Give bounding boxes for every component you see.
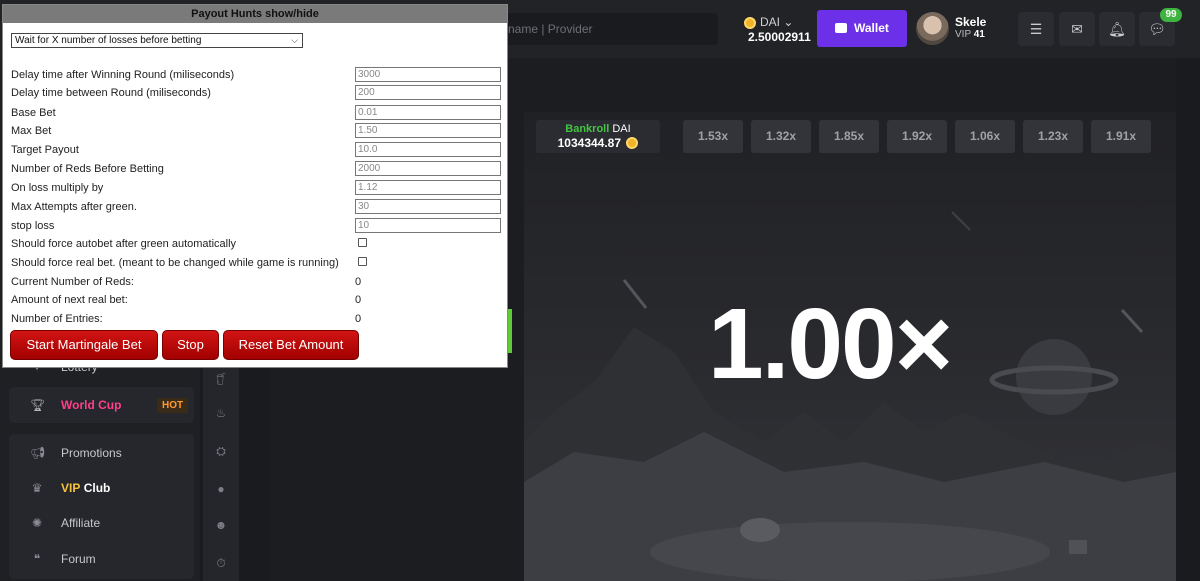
base-bet-input[interactable]: 0.01 (355, 105, 501, 120)
sidebar-item-promotions[interactable]: 📢︎ Promotions (9, 436, 194, 470)
bell-icon[interactable]: 🔔︎ (1099, 12, 1135, 46)
megaphone-icon: 📢︎ (30, 446, 46, 460)
user-vip-level: VIP 41 (955, 29, 985, 40)
check-label-force-real-bet: Should force real bet. (meant to be chan… (11, 257, 339, 269)
timer-icon[interactable]: ⏱︎ (212, 554, 230, 572)
sidebar-item-label: Promotions (61, 446, 122, 460)
field-label-max-attempts: Max Attempts after green. (11, 201, 137, 213)
crown-icon: ♛ (31, 481, 43, 495)
stat-value-next-real-bet: 0 (355, 294, 362, 306)
vip-level-number: 41 (973, 29, 985, 40)
menu-icon[interactable]: ☰ (1018, 12, 1054, 46)
force-autobet-checkbox[interactable] (358, 238, 367, 247)
check-label-force-autobet: Should force autobet after green automat… (11, 238, 237, 250)
history-chip[interactable]: 1.53x (683, 120, 743, 153)
right-edge (1176, 58, 1200, 581)
current-multiplier: 1.00× (708, 288, 953, 400)
wallet-button[interactable]: Wallet (817, 10, 907, 47)
sidebar-item-label: Affiliate (61, 516, 101, 530)
wallet-icon (835, 23, 847, 33)
field-label-base-bet: Base Bet (11, 107, 56, 119)
bankroll-display: Bankroll DAI 1034344.87 (536, 120, 660, 153)
stat-label-entries: Number of Entries: (11, 313, 103, 325)
field-label-loss-multiply: On loss multiply by (11, 182, 104, 194)
stop-loss-input[interactable]: 10 (355, 218, 501, 233)
worldcup-row: 🏆︎ World Cup HOT (9, 388, 194, 422)
dai-coin-icon (626, 137, 639, 149)
delay-round-input[interactable]: 200 (355, 85, 501, 100)
trophy-icon: 🏆︎ (30, 398, 46, 412)
history-chip[interactable]: 1.32x (751, 120, 811, 153)
chevron-down-icon: ⌄ (783, 15, 794, 29)
reds-before-input[interactable]: 2000 (355, 161, 501, 176)
field-label-delay-win: Delay time after Winning Round (miliseco… (11, 69, 235, 81)
history-chip[interactable]: 1.85x (819, 120, 879, 153)
payout-hunts-panel: Payout Hunts show/hide Wait for X number… (2, 4, 508, 368)
vip-word: VIP (61, 481, 81, 495)
sidebar-item-vip-club[interactable]: ♛ VIP Club (9, 471, 194, 505)
bowl-icon[interactable]: ♨ (212, 404, 230, 422)
green-indicator (508, 309, 512, 353)
sidebar-item-affiliate[interactable]: ✺ Affiliate (9, 506, 194, 540)
sidebar-item-label: Forum (61, 552, 96, 566)
crash-game-area: Bankroll DAI 1034344.87 1.53x 1.32x 1.85… (524, 112, 1176, 581)
max-bet-input[interactable]: 1.50 (355, 123, 501, 138)
max-attempts-input[interactable]: 30 (355, 199, 501, 214)
loss-multiply-input[interactable]: 1.12 (355, 180, 501, 195)
stat-label-next-real-bet: Amount of next real bet: (11, 294, 128, 306)
sidebar-item-forum[interactable]: ❝ Forum (9, 542, 194, 576)
robot-icon[interactable]: ☻ (212, 516, 230, 534)
user-name: Skele (955, 15, 987, 29)
bankroll-value: 1034344.87 (557, 136, 622, 150)
start-martingale-button[interactable]: Start Martingale Bet (10, 330, 158, 360)
stat-label-current-reds: Current Number of Reds: (11, 276, 134, 288)
field-label-stop-loss: stop loss (11, 220, 55, 232)
stat-value-entries: 0 (355, 313, 362, 325)
history-chip[interactable]: 1.92x (887, 120, 947, 153)
history-chip[interactable]: 1.06x (955, 120, 1015, 153)
target-payout-input[interactable]: 10.0 (355, 142, 501, 157)
wallet-label: Wallet (854, 21, 889, 35)
affiliate-icon: ✺ (31, 516, 43, 530)
force-real-bet-checkbox[interactable] (358, 257, 367, 266)
game-header-strip (524, 58, 1176, 112)
avatar[interactable] (916, 12, 949, 45)
field-label-reds-before: Number of Reds Before Betting (11, 163, 164, 175)
betting-mode-value: Wait for X number of losses before betti… (15, 35, 202, 46)
history-chip[interactable]: 1.23x (1023, 120, 1083, 153)
vip-prefix: VIP (955, 29, 971, 40)
chip-icon[interactable]: ⛭ (212, 442, 230, 460)
club-word: Club (83, 481, 111, 495)
chevron-down-icon: ⌵ (291, 35, 298, 45)
field-label-target-payout: Target Payout (11, 144, 79, 156)
dai-coin-icon (744, 16, 756, 29)
forum-icon: ❝ (33, 552, 41, 566)
balance-currency: DAI (760, 15, 781, 29)
bankroll-currency: DAI (612, 123, 631, 135)
field-label-delay-round: Delay time between Round (miliseconds) (11, 87, 211, 99)
hot-badge: HOT (157, 398, 189, 413)
bankroll-label: Bankroll (565, 123, 610, 135)
delay-win-input[interactable]: 3000 (355, 67, 501, 82)
panel-title[interactable]: Payout Hunts show/hide (3, 5, 507, 23)
mail-icon[interactable]: ✉ (1059, 12, 1095, 46)
sidebar-item-worldcup[interactable]: 🏆︎ World Cup HOT (9, 387, 194, 423)
betting-mode-select[interactable]: Wait for X number of losses before betti… (11, 33, 303, 48)
balance-amount: 2.50002911 (748, 30, 811, 44)
notification-badge: 99 (1160, 8, 1182, 22)
balance-selector[interactable]: DAI ⌄ 2.50002911 (740, 12, 816, 48)
sidebar-menu-card: 📢︎ Promotions ♛ VIP Club ✺ Affiliate ❝ F… (9, 434, 194, 579)
search-input[interactable]: name | Provider (500, 13, 718, 45)
stat-value-current-reds: 0 (355, 276, 362, 288)
history-chip[interactable]: 1.91x (1091, 120, 1151, 153)
coin-stack-icon[interactable]: ● (212, 480, 230, 498)
stop-button[interactable]: Stop (162, 330, 219, 360)
field-label-max-bet: Max Bet (11, 125, 52, 137)
cup-icon[interactable]: 🥤︎ (212, 370, 230, 388)
reset-bet-button[interactable]: Reset Bet Amount (223, 330, 359, 360)
sidebar-item-label: World Cup (61, 398, 122, 412)
